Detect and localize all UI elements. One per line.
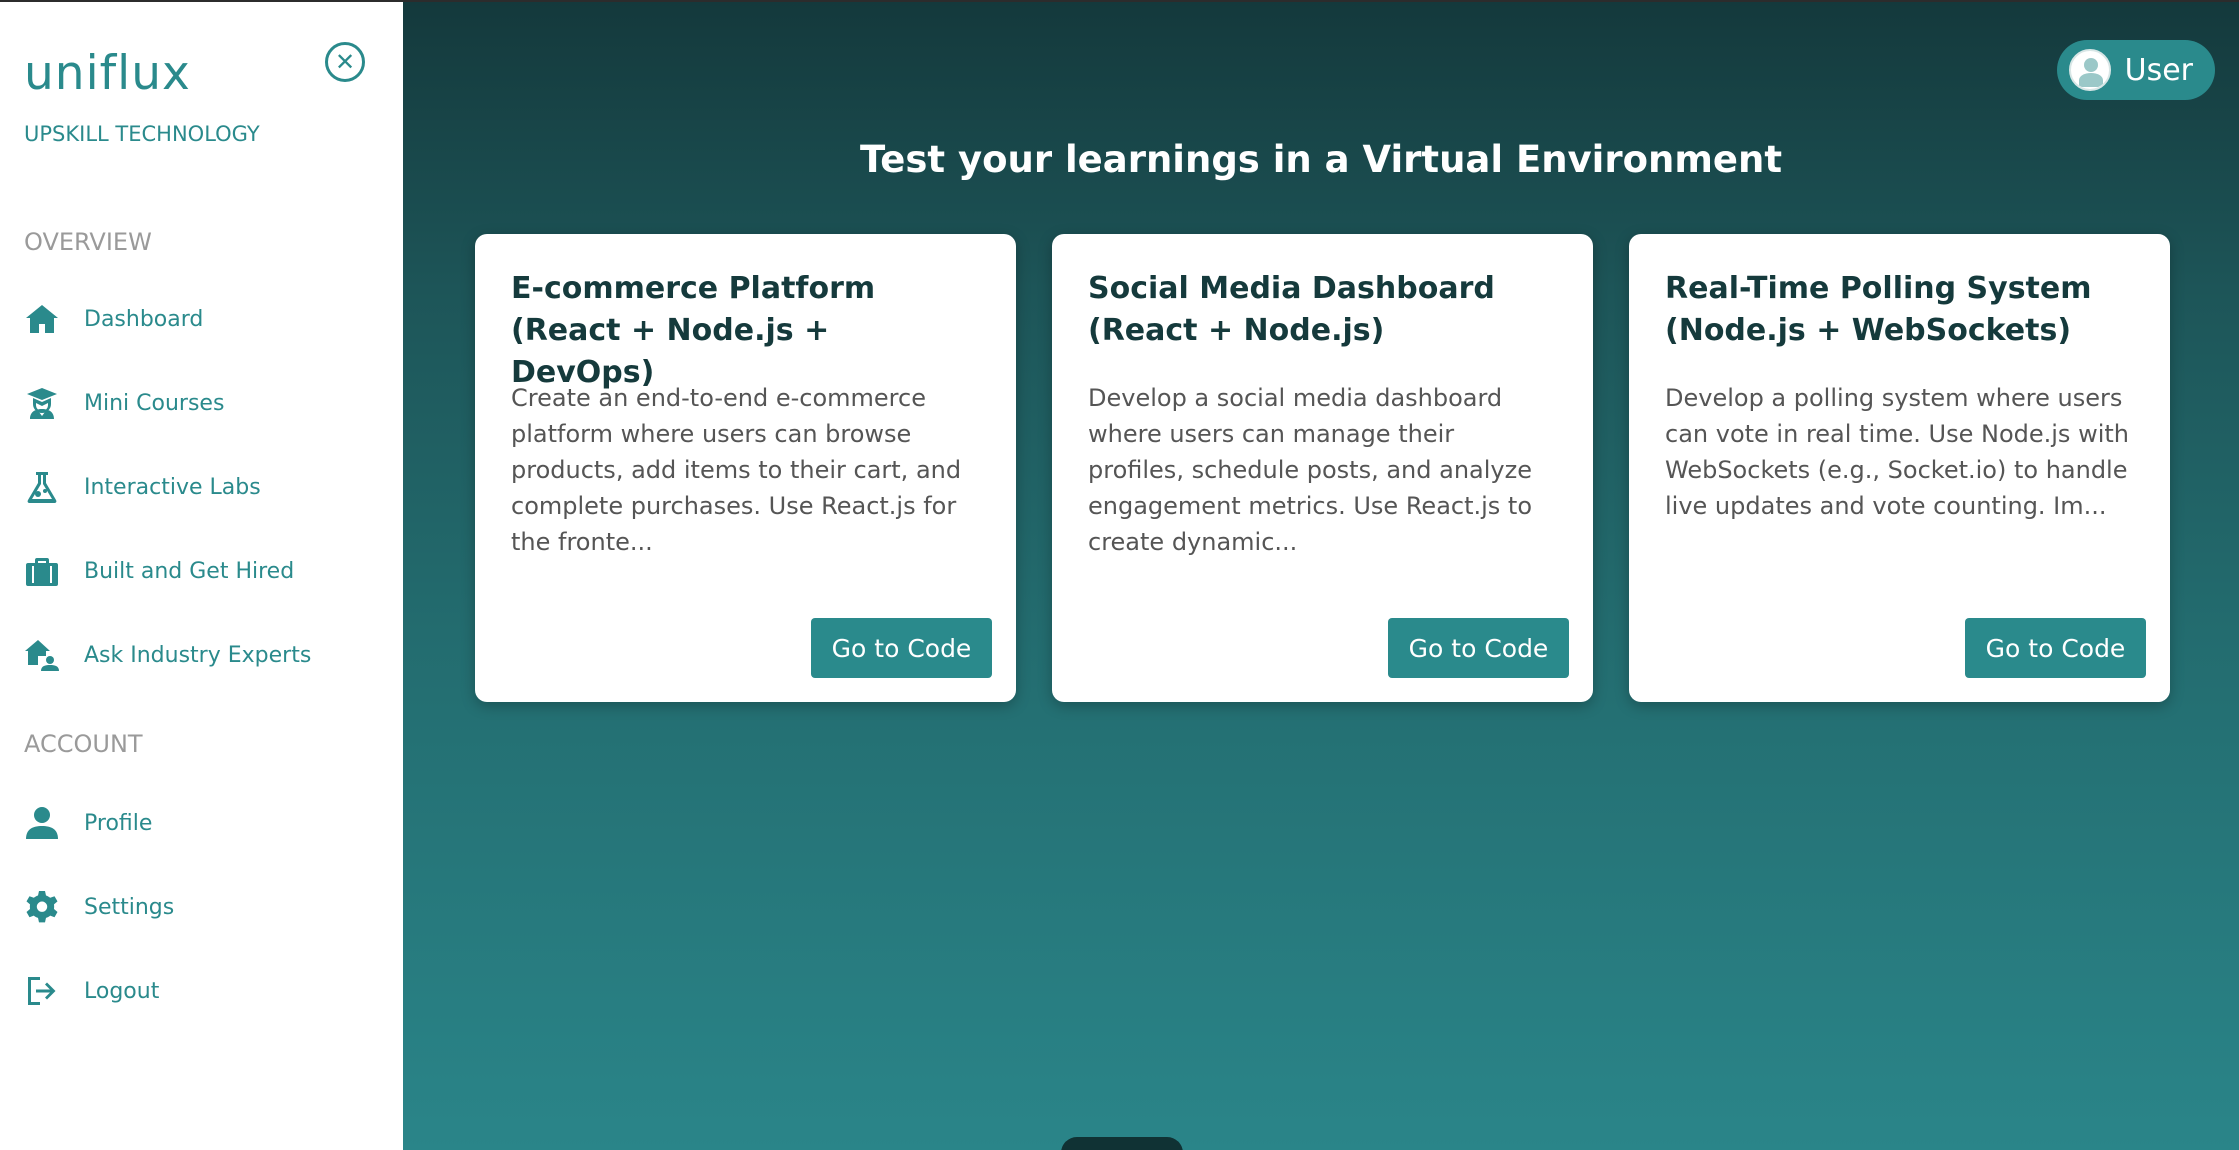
sidebar-item-label: Settings	[84, 894, 175, 920]
section-label-overview: OVERVIEW	[24, 228, 152, 256]
go-to-code-button[interactable]: Go to Code	[1388, 618, 1569, 678]
sidebar-item-label: Profile	[84, 810, 153, 836]
sidebar-item-built-and-get-hired[interactable]: Built and Get Hired	[24, 553, 294, 589]
card-title: E-commerce Platform (React + Node.js + D…	[511, 271, 876, 390]
sidebar-item-label: Logout	[84, 978, 160, 1004]
project-card: E-commerce Platform (React + Node.js + D…	[475, 234, 1016, 702]
sidebar: uniflux UPSKILL TECHNOLOGY ✕ OVERVIEW Da…	[0, 0, 403, 1150]
main-area: User Test your learnings in a Virtual En…	[403, 0, 2239, 1150]
top-bar: User	[403, 2, 2239, 132]
graduate-icon	[24, 385, 60, 421]
page-title: Test your learnings in a Virtual Environ…	[859, 138, 1783, 181]
sidebar-item-mini-courses[interactable]: Mini Courses	[24, 385, 224, 421]
logout-icon	[24, 973, 60, 1009]
sidebar-item-logout[interactable]: Logout	[24, 973, 159, 1009]
go-to-code-button[interactable]: Go to Code	[811, 618, 992, 678]
sidebar-item-label: Mini Courses	[84, 390, 225, 416]
sidebar-item-settings[interactable]: Settings	[24, 889, 174, 925]
sidebar-item-label: Interactive Labs	[84, 474, 261, 500]
card-description: Create an end-to-end e-commerce platform…	[511, 384, 962, 556]
sidebar-item-label: Built and Get Hired	[84, 558, 295, 584]
card-description: Develop a social media dashboard where u…	[1088, 384, 1533, 556]
sidebar-item-dashboard[interactable]: Dashboard	[24, 301, 203, 337]
user-icon	[24, 805, 60, 841]
go-to-code-button[interactable]: Go to Code	[1965, 618, 2146, 678]
sidebar-item-label: Ask Industry Experts	[84, 642, 312, 668]
brand-logo: uniflux	[24, 46, 191, 101]
brand-tagline: UPSKILL TECHNOLOGY	[24, 122, 260, 146]
briefcase-icon	[24, 553, 60, 589]
sidebar-item-interactive-labs[interactable]: Interactive Labs	[24, 469, 261, 505]
user-menu-button[interactable]: User	[2056, 40, 2215, 100]
user-label: User	[2124, 52, 2193, 88]
sidebar-item-profile[interactable]: Profile	[24, 805, 152, 841]
card-title: Real-Time Polling System (Node.js + WebS…	[1665, 271, 2092, 348]
card-description: Develop a polling system where users can…	[1665, 384, 2129, 520]
sidebar-item-label: Dashboard	[84, 306, 204, 332]
project-card: Social Media Dashboard (React + Node.js)…	[1052, 234, 1593, 702]
project-card-list: E-commerce Platform (React + Node.js + D…	[475, 234, 2170, 702]
avatar	[2068, 49, 2111, 91]
bottom-handle[interactable]	[1061, 1137, 1183, 1150]
flask-icon	[24, 469, 60, 505]
section-label-account: ACCOUNT	[24, 730, 143, 758]
house-user-icon	[24, 637, 60, 673]
close-icon[interactable]: ✕	[325, 42, 365, 82]
home-icon	[24, 301, 60, 337]
project-card: Real-Time Polling System (Node.js + WebS…	[1629, 234, 2170, 702]
sidebar-item-ask-industry-experts[interactable]: Ask Industry Experts	[24, 637, 311, 673]
gear-icon	[24, 889, 60, 925]
card-title: Social Media Dashboard (React + Node.js)	[1088, 271, 1495, 348]
